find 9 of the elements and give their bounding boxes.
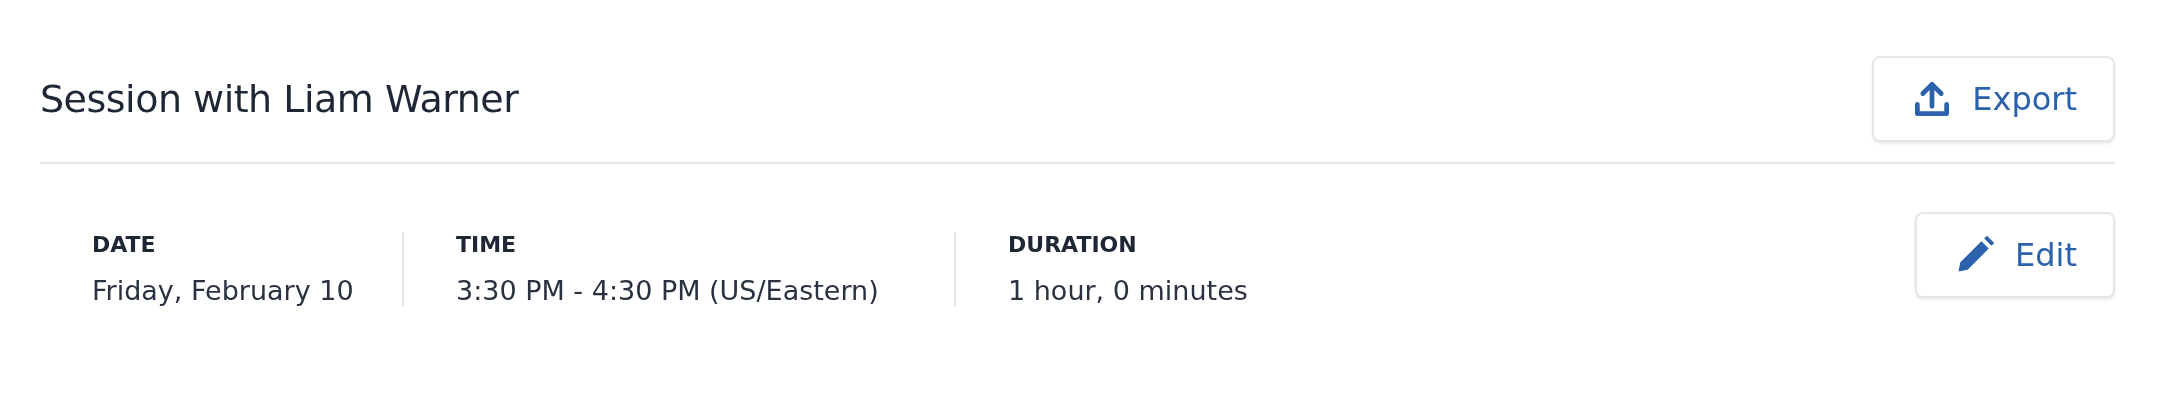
field-value: 1 hour, 0 minutes bbox=[1008, 275, 1248, 306]
edit-button[interactable]: Edit bbox=[1915, 212, 2115, 298]
export-button[interactable]: Export bbox=[1872, 56, 2115, 142]
field-label: DATE bbox=[92, 232, 157, 257]
field-label: DURATION bbox=[1008, 232, 1138, 257]
field-label: TIME bbox=[456, 232, 518, 257]
field-value: 3:30 PM - 4:30 PM (US/Eastern) bbox=[456, 275, 880, 306]
field-value: Friday, February 10 bbox=[92, 275, 350, 306]
page-title: Session with Liam Warner bbox=[40, 77, 519, 121]
